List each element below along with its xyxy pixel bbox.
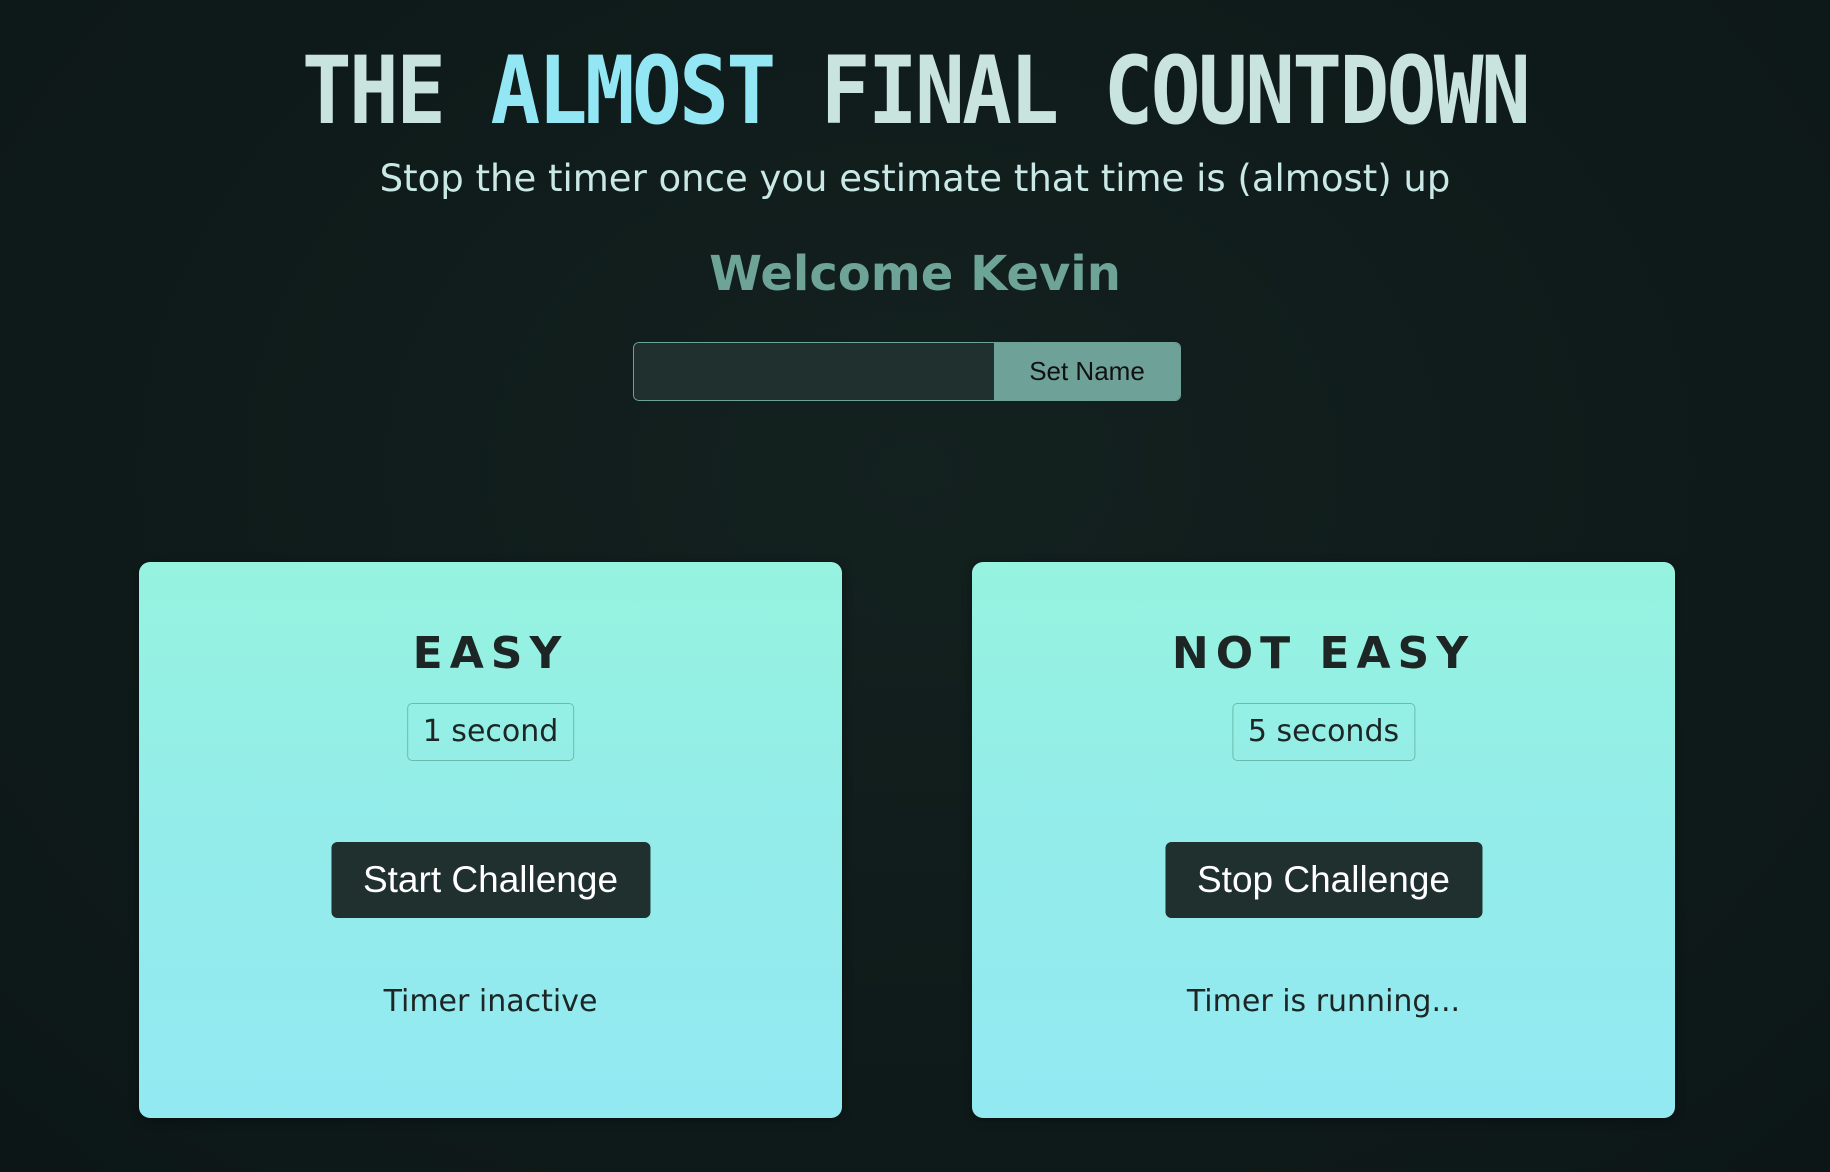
challenge-card-not-easy: NOT EASY 5 seconds Stop Challenge Timer … <box>972 562 1675 1118</box>
title-word-the: THE <box>301 37 446 146</box>
title-word-final: FINAL <box>820 37 1059 146</box>
challenge-card-easy: EASY 1 second Start Challenge Timer inac… <box>139 562 842 1118</box>
challenge-duration-badge: 1 second <box>406 703 575 761</box>
page-title: THE ALMOST FINAL COUNTDOWN <box>110 40 1720 144</box>
title-word-almost: ALMOST <box>490 37 777 146</box>
stop-challenge-button[interactable]: Stop Challenge <box>1164 842 1483 918</box>
name-form: Set Name <box>633 342 1181 401</box>
timer-status: Timer is running... <box>1186 984 1461 1019</box>
set-name-button[interactable]: Set Name <box>994 343 1180 400</box>
challenge-title: NOT EASY <box>1171 628 1476 679</box>
name-input[interactable] <box>634 343 994 400</box>
welcome-message: Welcome Kevin <box>709 246 1121 302</box>
title-word-countdown: COUNTDOWN <box>1103 37 1531 146</box>
challenge-title: EASY <box>412 628 569 679</box>
timer-status: Timer inactive <box>383 984 598 1019</box>
start-challenge-button[interactable]: Start Challenge <box>330 842 651 918</box>
page-subtitle: Stop the timer once you estimate that ti… <box>379 157 1451 200</box>
challenge-duration-badge: 5 seconds <box>1231 703 1416 761</box>
